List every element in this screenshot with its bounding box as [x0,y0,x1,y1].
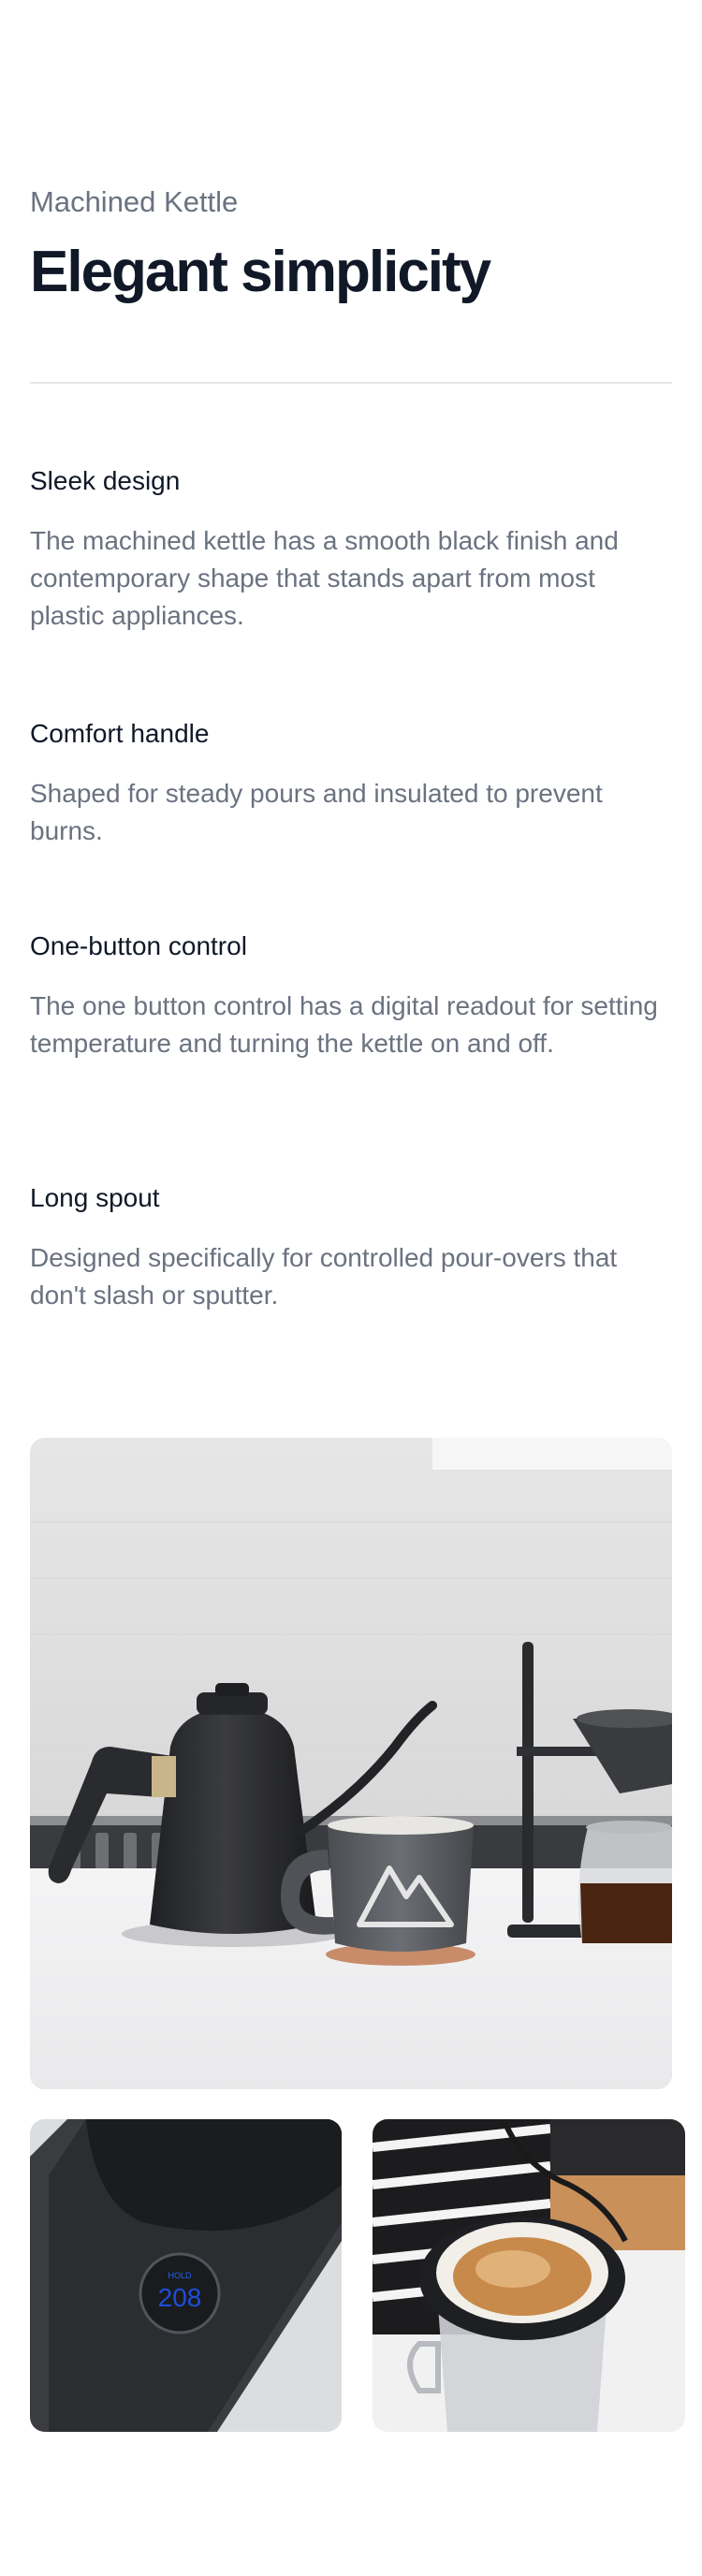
feature-one-button-control: One-button control The one button contro… [30,929,676,1062]
feature-title: One-button control [30,931,247,960]
readout-unit-label: HOLD [168,2271,192,2280]
feature-comfort-handle: Comfort handle Shaped for steady pours a… [30,717,676,850]
feature-title: Sleek design [30,466,181,495]
feature-title: Long spout [30,1183,160,1212]
page-title: Elegant simplicity [30,240,491,304]
product-features-page: Machined Kettle Elegant simplicity Sleek… [0,0,702,2576]
feature-description: Shaped for steady pours and insulated to… [30,779,603,845]
kettle-base-illustration: HOLD 208 [30,2119,342,2432]
feature-long-spout: Long spout Designed specifically for con… [30,1181,676,1314]
section-divider [30,382,672,384]
feature-description: The machined kettle has a smooth black f… [30,526,619,630]
feature-description: The one button control has a digital rea… [30,991,658,1058]
kettle-base-readout-photo: HOLD 208 [30,2119,342,2432]
kettle-scene-illustration [30,1438,672,2089]
feature-sleek-design: Sleek design The machined kettle has a s… [30,464,676,635]
readout-temperature-value: 208 [158,2283,202,2312]
feature-description: Designed specifically for controlled pou… [30,1243,618,1310]
pour-over-illustration [373,2119,685,2432]
pour-over-filter-photo [373,2119,685,2432]
feature-title: Comfort handle [30,719,210,748]
kettle-with-mug-photo [30,1438,672,2089]
product-eyebrow: Machined Kettle [30,185,239,218]
